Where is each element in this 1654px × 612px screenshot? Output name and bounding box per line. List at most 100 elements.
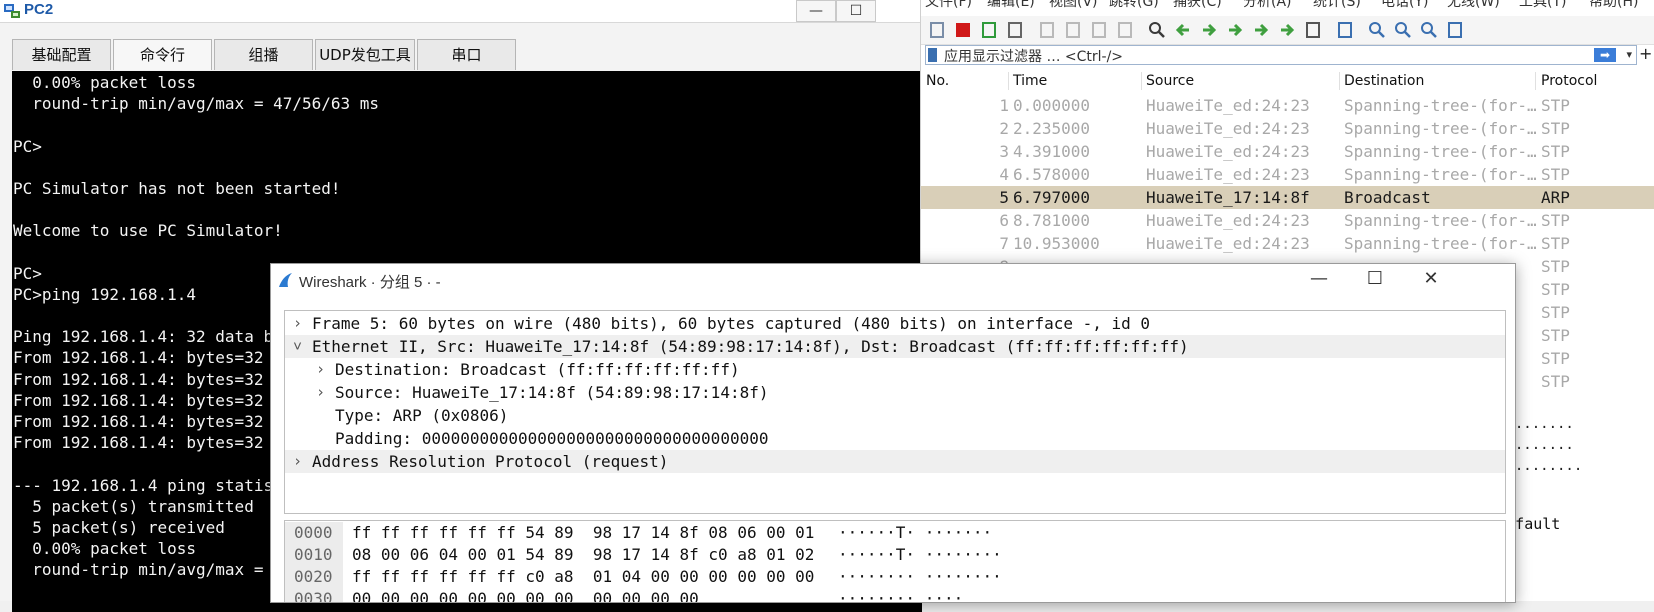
menu-item-8[interactable]: 无线(W) (1447, 0, 1500, 11)
column-header-time[interactable]: Time (1013, 73, 1047, 89)
terminal-line: PC> (13, 136, 42, 156)
packet-protocol-cell: STP (1541, 96, 1570, 115)
resize-columns-icon[interactable] (1445, 20, 1465, 40)
auto-scroll-icon[interactable] (1303, 20, 1323, 40)
column-header-no[interactable]: No. (926, 73, 949, 89)
menu-item-1[interactable]: 编辑(E) (987, 0, 1035, 11)
tab-command-line[interactable]: 命令行 (113, 39, 212, 70)
open-folder-icon[interactable] (1037, 20, 1057, 40)
hex-row[interactable]: 0000 ff ff ff ff ff ff 54 89 98 17 14 8f … (285, 522, 1505, 544)
menu-item-4[interactable]: 捕获(C) (1173, 0, 1222, 11)
detail-tree-row[interactable]: › Address Resolution Protocol (request) (285, 450, 1505, 473)
restart-icon[interactable] (979, 20, 999, 40)
dialog-titlebar: Wireshark · 分组 5 · - — ☐ ✕ (271, 264, 1515, 296)
pc2-minimize-button[interactable]: — (796, 0, 836, 22)
display-filter-bar[interactable]: 应用显示过滤器 … <Ctrl-/> ➡ ▾ (925, 45, 1637, 65)
detail-tree-label: Padding: 0000000000000000000000000000000… (335, 429, 769, 448)
last-packet-icon[interactable] (1277, 20, 1297, 40)
packet-time-cell: 2.235000 (1013, 119, 1091, 138)
pc-app-icon (4, 4, 20, 18)
apply-filter-icon[interactable]: ➡ (1594, 48, 1616, 62)
menu-item-10[interactable]: 帮助(H) (1589, 0, 1638, 11)
tab-basic-config[interactable]: 基础配置 (12, 39, 111, 70)
filter-bookmark-icon[interactable] (928, 48, 937, 62)
packet-source-cell: HuaweiTe_ed:24:23 (1146, 211, 1310, 230)
packet-source-cell: HuaweiTe_ed:24:23 (1146, 96, 1310, 115)
add-filter-button[interactable]: + (1639, 44, 1652, 63)
menu-item-7[interactable]: 电话(Y) (1381, 0, 1428, 11)
packet-source-cell: HuaweiTe_17:14:8f (1146, 188, 1310, 207)
close-file-icon[interactable] (1089, 20, 1109, 40)
tab-udp-tool[interactable]: UDP发包工具 (315, 39, 415, 70)
dialog-title: Wireshark · 分组 5 · - (299, 274, 441, 291)
dialog-minimize-button[interactable]: — (1305, 268, 1333, 290)
detail-tree-row[interactable]: › Destination: Broadcast (ff:ff:ff:ff:ff:… (285, 358, 1505, 381)
pc2-window-title: PC2 (24, 1, 54, 18)
detail-tree-row[interactable]: › Frame 5: 60 bytes on wire (480 bits), 6… (285, 312, 1505, 335)
reload-icon[interactable] (1115, 20, 1135, 40)
packet-row[interactable]: 7 10.953000 HuaweiTe_ed:24:23 Spanning-tree… (921, 232, 1654, 255)
packet-protocol-cell: STP (1541, 326, 1570, 345)
go-back-icon[interactable] (1173, 20, 1193, 40)
expand-chevron-icon[interactable]: › (293, 452, 302, 470)
packet-source-cell: HuaweiTe_ed:24:23 (1146, 119, 1310, 138)
packet-row[interactable]: 6 8.781000 HuaweiTe_ed:24:23 Spanning-tree-… (921, 209, 1654, 232)
terminal-line: round-trip min/avg/max = 47/56/63 ms (13, 94, 380, 114)
detail-tree-row[interactable]: Padding: 0000000000000000000000000000000… (285, 427, 1505, 450)
packet-row[interactable]: 5 6.797000 HuaweiTe_17:14:8f Broadcast ARP (921, 186, 1654, 209)
save-file-icon[interactable] (1063, 20, 1083, 40)
pc2-titlebar: PC2 — ☐ (0, 0, 920, 23)
menu-item-2[interactable]: 视图(V) (1049, 0, 1098, 11)
shark-fin-start-icon[interactable] (927, 20, 947, 40)
packet-protocol-cell: STP (1541, 257, 1570, 276)
menu-item-3[interactable]: 跳转(G) (1109, 0, 1159, 11)
zoom-normal-icon[interactable] (1419, 20, 1439, 40)
go-forward-icon[interactable] (1199, 20, 1219, 40)
find-icon[interactable] (1147, 20, 1167, 40)
tab-multicast[interactable]: 组播 (214, 39, 313, 70)
menu-item-6[interactable]: 统计(S) (1313, 0, 1361, 11)
options-gear-icon[interactable] (1005, 20, 1025, 40)
detail-tree-label: Address Resolution Protocol (request) (312, 452, 669, 471)
hex-row[interactable]: 0020 ff ff ff ff ff ff c0 a8 01 04 00 00 … (285, 566, 1505, 588)
menu-item-9[interactable]: 工具(T) (1519, 0, 1566, 11)
detail-tree-label: Destination: Broadcast (ff:ff:ff:ff:ff:f… (335, 360, 740, 379)
hex-row[interactable]: 0010 08 00 06 04 00 01 54 89 98 17 14 8f … (285, 544, 1505, 566)
dialog-maximize-button[interactable]: ☐ (1361, 268, 1389, 290)
go-to-packet-icon[interactable] (1225, 20, 1245, 40)
hex-bytes: 08 00 06 04 00 01 54 89 98 17 14 8f c0 a… (352, 545, 815, 564)
packet-source-cell: HuaweiTe_ed:24:23 (1146, 142, 1310, 161)
colorize-icon[interactable] (1335, 20, 1355, 40)
first-packet-icon[interactable] (1251, 20, 1271, 40)
expand-chevron-icon[interactable]: › (316, 360, 325, 378)
packet-row[interactable]: 4 6.578000 HuaweiTe_ed:24:23 Spanning-tree-… (921, 163, 1654, 186)
detail-tree-row[interactable]: ˅ Ethernet II, Src: HuaweiTe_17:14:8f (54… (285, 335, 1505, 358)
terminal-line: PC Simulator has not been started! (13, 178, 341, 198)
packet-protocol-cell: STP (1541, 142, 1570, 161)
detail-tree-row[interactable]: Type: ARP (0x0806) (285, 404, 1505, 427)
detail-tree-label: Source: HuaweiTe_17:14:8f (54:89:98:17:1… (335, 383, 769, 402)
column-header-source[interactable]: Source (1146, 73, 1194, 89)
packet-row[interactable]: 2 2.235000 HuaweiTe_ed:24:23 Spanning-tree-… (921, 117, 1654, 140)
menu-item-5[interactable]: 分析(A) (1243, 0, 1292, 11)
dialog-close-button[interactable]: ✕ (1417, 268, 1445, 290)
hex-ascii: ······T· ········ (838, 545, 1002, 564)
column-header-destination[interactable]: Destination (1344, 73, 1424, 89)
expand-chevron-icon[interactable]: › (316, 383, 325, 401)
hex-offset: 0020 (285, 566, 343, 588)
display-filter-input[interactable]: 应用显示过滤器 … <Ctrl-/> (944, 46, 1123, 66)
collapse-chevron-icon[interactable]: ˅ (293, 337, 302, 356)
detail-tree-row[interactable]: › Source: HuaweiTe_17:14:8f (54:89:98:17:… (285, 381, 1505, 404)
pc2-maximize-button[interactable]: ☐ (836, 0, 876, 22)
filter-history-dropdown-icon[interactable]: ▾ (1626, 46, 1632, 64)
menu-item-0[interactable]: 文件(F) (925, 0, 972, 11)
stop-icon[interactable] (953, 20, 973, 40)
column-header-protocol[interactable]: Protocol (1541, 73, 1597, 89)
wireshark-fin-icon (279, 273, 292, 287)
packet-row[interactable]: 1 0.000000 HuaweiTe_ed:24:23 Spanning-tree-… (921, 94, 1654, 117)
zoom-in-icon[interactable] (1367, 20, 1387, 40)
tab-serial-port[interactable]: 串口 (417, 39, 516, 70)
zoom-out-icon[interactable] (1393, 20, 1413, 40)
expand-chevron-icon[interactable]: › (293, 314, 302, 332)
packet-row[interactable]: 3 4.391000 HuaweiTe_ed:24:23 Spanning-tree-… (921, 140, 1654, 163)
